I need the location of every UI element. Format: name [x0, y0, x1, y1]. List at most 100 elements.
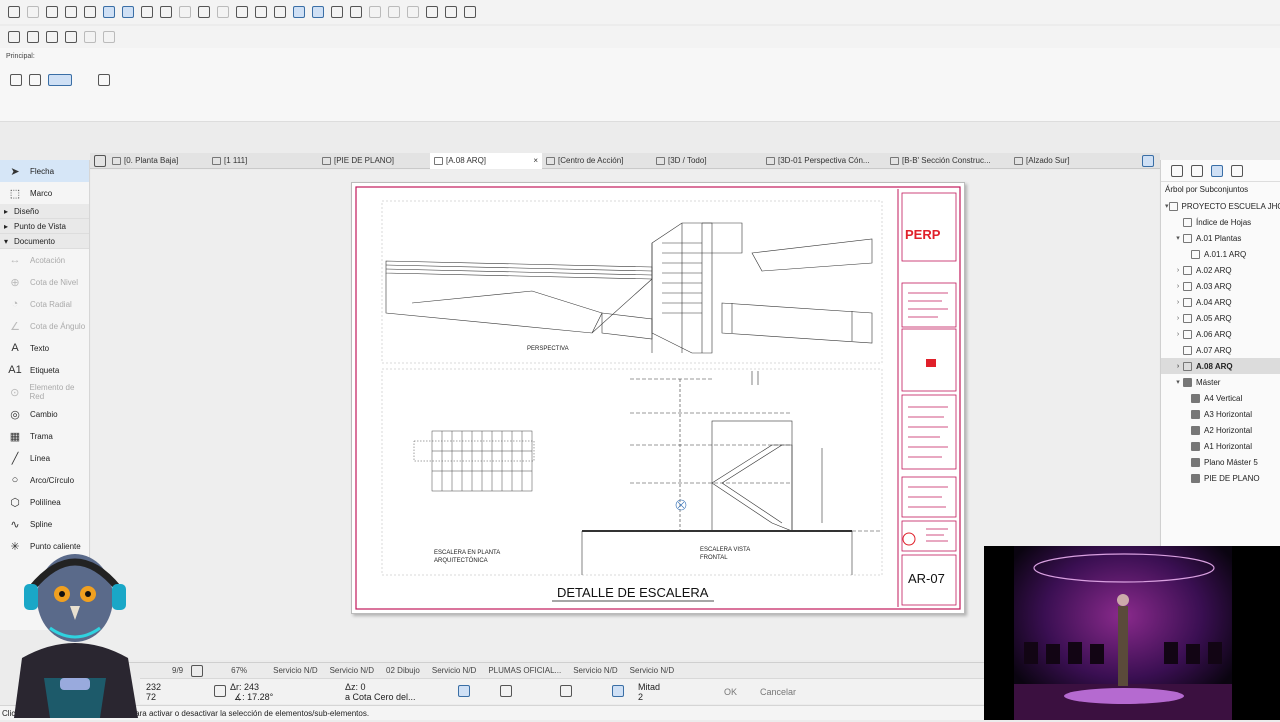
arrow-icon[interactable] [98, 74, 110, 86]
geometry-method-icon[interactable] [458, 685, 470, 697]
zoom-level[interactable]: 67% [225, 666, 253, 675]
navigator-item[interactable]: Índice de Hojas [1161, 214, 1280, 230]
pen-set-combo[interactable]: PLUMAS OFICIAL... [482, 666, 567, 675]
scale-combo[interactable]: 02 Dibujo [380, 666, 426, 675]
cancel-button[interactable]: Cancelar [760, 687, 796, 697]
view-map-icon[interactable] [1191, 164, 1203, 177]
navigator-item[interactable]: ▾ Máster [1161, 374, 1280, 390]
navigator-item[interactable]: › A.06 ARQ [1161, 326, 1280, 342]
angle-value[interactable]: ∡: 17.28° [234, 692, 273, 703]
release-icon[interactable] [46, 31, 58, 43]
view-tab[interactable]: [3D-01 Perspectiva Cón... [762, 153, 886, 169]
navigator-dropdown[interactable]: Árbol por Subconjuntos [1161, 182, 1280, 196]
redo-icon[interactable] [27, 6, 39, 18]
view-tab[interactable]: [3D / Todo] [652, 153, 762, 169]
fillet-icon[interactable] [388, 6, 400, 18]
delta-r[interactable]: Δr: 243 [230, 682, 259, 692]
layout-sheet[interactable]: PERSPECTIVA ESCALERA EN PLANTA ARQUITECT… [351, 182, 965, 614]
find-select-icon[interactable] [445, 6, 457, 18]
layers-icon[interactable] [236, 6, 248, 18]
navigator-item[interactable]: PIE DE PLANO [1161, 470, 1280, 486]
display-order-icon[interactable] [255, 6, 267, 18]
tool-arrow[interactable]: ➤ Flecha [0, 160, 89, 182]
tree-toggle-icon[interactable]: ▾ [1173, 378, 1183, 386]
magic-wand-icon[interactable] [293, 6, 305, 18]
gravity-icon[interactable] [141, 6, 153, 18]
sync-icon[interactable] [103, 31, 115, 43]
navigator-item[interactable]: › A.03 ARQ [1161, 278, 1280, 294]
layer-combo-1[interactable]: Servicio N/D [267, 666, 323, 675]
grid-snap-icon[interactable] [160, 6, 172, 18]
navigator-item[interactable]: › A.08 ARQ [1161, 358, 1280, 374]
view-tab[interactable]: [PIE DE PLANO] [318, 153, 430, 169]
tree-toggle-icon[interactable]: › [1173, 363, 1183, 370]
layer-combo-2[interactable]: Servicio N/D [324, 666, 380, 675]
layer-combo-4[interactable]: Servicio N/D [567, 666, 623, 675]
navigator-item[interactable]: Plano Máster 5 [1161, 454, 1280, 470]
navigator-item[interactable]: A4 Vertical [1161, 390, 1280, 406]
navigator-item[interactable]: A1 Horizontal [1161, 438, 1280, 454]
flag-icon[interactable] [426, 6, 438, 18]
snap-guides-icon[interactable] [122, 6, 134, 18]
pick-up-icon[interactable] [46, 6, 58, 18]
tool-level-dimension[interactable]: ⊕ Cota de Nivel [0, 271, 89, 293]
marquee-select-icon[interactable] [29, 74, 41, 86]
reference-level[interactable]: a Cota Cero del... [345, 692, 416, 702]
snap-mode-value[interactable]: 2 [638, 692, 643, 702]
tool-arc[interactable]: ○ Arco/Círculo [0, 469, 89, 491]
single-select-icon[interactable] [10, 74, 22, 86]
refresh-icon[interactable] [464, 6, 476, 18]
navigator-item[interactable]: › A.02 ARQ [1161, 262, 1280, 278]
filter-icon[interactable] [331, 6, 343, 18]
angle-lock-icon[interactable] [214, 685, 226, 697]
toolbox-section[interactable]: ▾ Documento [0, 234, 89, 249]
view-tab[interactable]: [0. Planta Baja] [108, 153, 208, 169]
view-tab[interactable]: [Alzado Sur] [1010, 153, 1110, 169]
tool-grid-element[interactable]: ⊙ Elemento de Red [0, 381, 89, 403]
tree-toggle-icon[interactable]: ▾ [1165, 202, 1169, 210]
suspend-groups-icon[interactable] [179, 6, 191, 18]
toolbox-section[interactable]: ▸ Punto de Vista [0, 219, 89, 234]
tree-toggle-icon[interactable]: › [1173, 283, 1183, 290]
navigator-item[interactable]: ▾ A.01 Plantas [1161, 230, 1280, 246]
navigator-item[interactable]: ▾ PROYECTO ESCUELA JHON... [1161, 198, 1280, 214]
ok-button[interactable]: OK [724, 687, 737, 697]
messages-icon[interactable] [84, 31, 96, 43]
tool-polyline[interactable]: ⬡ Polilínea [0, 491, 89, 513]
tool-dimension[interactable]: ↔ Acotación [0, 249, 89, 271]
layer-combo-3[interactable]: Servicio N/D [426, 666, 482, 675]
intersect-icon[interactable] [369, 6, 381, 18]
tree-toggle-icon[interactable]: ▾ [1173, 234, 1183, 242]
tree-toggle-icon[interactable]: › [1173, 315, 1183, 322]
snap-mode-icon[interactable] [560, 685, 572, 697]
toolbox-section[interactable]: ▸ Diseño [0, 204, 89, 219]
solid-ops-icon[interactable] [312, 6, 324, 18]
publisher-icon[interactable] [1231, 164, 1243, 177]
view-tab[interactable]: [1 111] [208, 153, 318, 169]
tree-toggle-icon[interactable]: › [1173, 299, 1183, 306]
view-tab[interactable]: [B-B' Sección Construc... [886, 153, 1010, 169]
rotated-marquee-icon[interactable] [48, 74, 72, 86]
trim-icon[interactable] [350, 6, 362, 18]
tool-line[interactable]: ╱ Línea [0, 447, 89, 469]
navigator-item[interactable]: A.01.1 ARQ [1161, 246, 1280, 262]
layout-book-icon[interactable] [1211, 164, 1223, 177]
navigator-item[interactable]: A2 Horizontal [1161, 422, 1280, 438]
close-tab-icon[interactable]: × [533, 156, 538, 165]
project-map-icon[interactable] [1171, 164, 1183, 177]
layer-combo-5[interactable]: Servicio N/D [624, 666, 680, 675]
zoom-icon[interactable] [191, 664, 204, 677]
snap-mode-label[interactable]: Mitad [638, 682, 660, 692]
navigator-item[interactable]: A.07 ARQ [1161, 342, 1280, 358]
trace-icon[interactable] [198, 6, 210, 18]
delta-z[interactable]: Δz: 0 [345, 682, 366, 692]
tool-label[interactable]: A1 Etiqueta [0, 359, 89, 381]
eyedropper-icon[interactable] [84, 6, 96, 18]
tool-radial-dimension[interactable]: ◔ Cota Radial [0, 293, 89, 315]
navigator-item[interactable]: › A.04 ARQ [1161, 294, 1280, 310]
tool-fill[interactable]: ▦ Trama [0, 425, 89, 447]
send-receive-icon[interactable] [65, 31, 77, 43]
tab-overview-icon[interactable] [94, 154, 106, 167]
tab-menu-icon[interactable] [1142, 154, 1154, 167]
reserve-icon[interactable] [27, 31, 39, 43]
